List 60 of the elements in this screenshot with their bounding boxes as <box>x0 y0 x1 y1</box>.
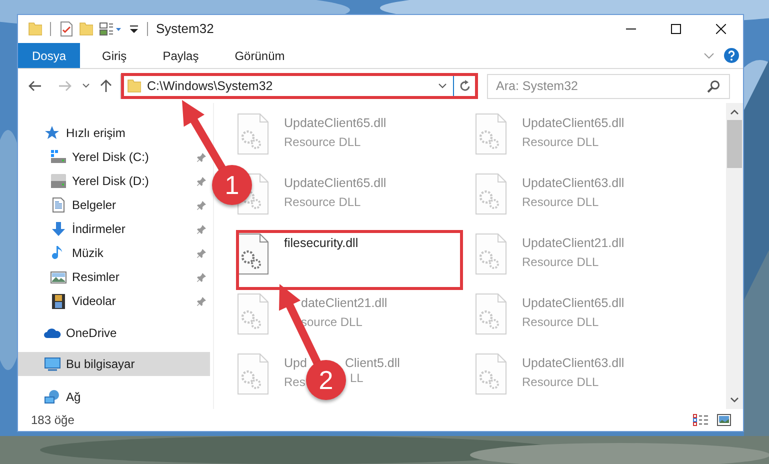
large-icons-view-icon[interactable] <box>717 414 731 426</box>
file-type: Res <box>284 374 306 391</box>
file-type: Resource DLL <box>522 374 599 391</box>
sidebar-item-icon <box>50 173 67 189</box>
sidebar-item[interactable]: Belgeler <box>50 193 120 217</box>
sidebar-item[interactable]: Resimler <box>50 265 124 289</box>
sidebar-item[interactable]: Yerel Disk (C:) <box>50 145 153 169</box>
file-type: Resource DLL <box>284 194 361 211</box>
file-type: LL <box>350 370 364 387</box>
dropdown-icon[interactable] <box>438 83 447 89</box>
scroll-down-icon[interactable] <box>730 397 739 403</box>
file-type: Resource DLL <box>522 254 599 271</box>
view-options-icon[interactable] <box>99 22 121 36</box>
scroll-up-icon[interactable] <box>730 109 739 115</box>
sidebar-item[interactable]: Ağ <box>44 385 85 409</box>
file-type: Resource DLL <box>522 134 599 151</box>
sidebar-item[interactable]: Videolar <box>50 289 120 313</box>
properties-icon[interactable] <box>59 21 73 37</box>
search-icon[interactable] <box>707 80 720 92</box>
sidebar-item-icon <box>50 197 67 213</box>
file-type: source DLL <box>301 314 362 331</box>
ribbon-tab[interactable]: Paylaş <box>148 43 213 68</box>
recent-locations-icon[interactable] <box>82 83 90 89</box>
file-type: Resource DLL <box>522 194 599 211</box>
sidebar-item[interactable]: İndirmeler <box>50 217 130 241</box>
sidebar-item-icon <box>44 356 61 372</box>
scrollbar-thumb[interactable] <box>727 120 742 168</box>
up-icon[interactable] <box>100 79 112 93</box>
file-type: Resource DLL <box>284 134 361 151</box>
ribbon-tab[interactable]: Giriş <box>88 43 141 68</box>
sidebar-item[interactable]: Müzik <box>50 241 108 265</box>
sidebar-item-icon <box>50 149 67 165</box>
dll-file-icon[interactable] <box>236 233 270 275</box>
file-name[interactable]: filesecurity.dll <box>284 234 358 253</box>
folder-icon <box>127 78 141 94</box>
sidebar-item-icon <box>50 221 67 237</box>
close-icon <box>716 24 726 34</box>
back-icon[interactable] <box>28 80 42 92</box>
window-title: System32 <box>156 20 214 38</box>
details-view-icon[interactable] <box>693 414 709 426</box>
sidebar-item[interactable]: OneDrive <box>44 321 121 345</box>
item-count: 183 öğe <box>31 412 74 429</box>
file-type: Resource DLL <box>522 314 599 331</box>
ribbon-tab[interactable]: Dosya <box>18 43 80 68</box>
ribbon-tab[interactable]: Görünüm <box>220 43 299 68</box>
refresh-icon[interactable] <box>458 80 470 92</box>
maximize-icon <box>670 24 680 34</box>
expand-ribbon-icon[interactable] <box>704 52 714 58</box>
sidebar-item-icon <box>44 125 61 141</box>
sidebar-item[interactable]: Hızlı erişim <box>44 121 130 145</box>
scrollbar[interactable] <box>726 103 743 409</box>
customize-toolbar-icon[interactable] <box>129 24 139 34</box>
address-path: C:\Windows\System32 <box>147 78 273 95</box>
sidebar-item[interactable]: Bu bilgisayar <box>18 352 210 376</box>
search-field[interactable]: Ara: System32 <box>487 74 730 98</box>
sidebar-item-icon <box>50 293 67 309</box>
sidebar-item-icon <box>44 389 61 405</box>
sidebar-item-icon <box>50 269 67 285</box>
sidebar-item[interactable]: Yerel Disk (D:) <box>50 169 153 193</box>
help-icon[interactable] <box>724 48 739 63</box>
